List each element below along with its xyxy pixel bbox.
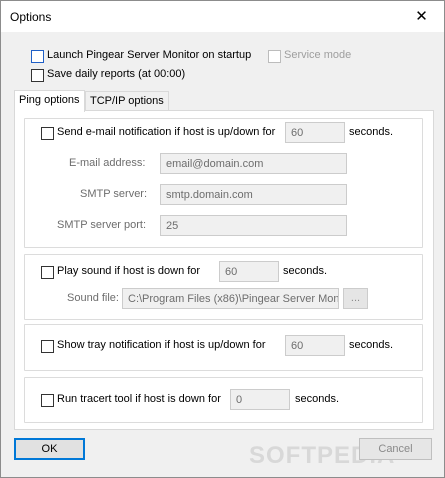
email-notification-checkbox[interactable]: [41, 127, 54, 140]
ping-options-panel: Send e-mail notification if host is up/d…: [14, 110, 434, 430]
launch-on-startup-checkbox[interactable]: [31, 50, 44, 63]
email-seconds-input[interactable]: 60: [285, 122, 345, 143]
smtp-server-label: SMTP server:: [80, 188, 148, 200]
close-button[interactable]: ✕: [399, 1, 444, 32]
save-daily-reports-checkbox[interactable]: [31, 69, 44, 82]
smtp-port-field[interactable]: 25: [160, 215, 347, 236]
sound-group: Play sound if host is down for 60 second…: [24, 254, 423, 320]
tray-notification-checkbox[interactable]: [41, 340, 54, 353]
tracert-label[interactable]: Run tracert tool if host is down for: [57, 393, 221, 405]
tab-label: Ping options: [19, 94, 80, 106]
sound-file-label: Sound file:: [67, 292, 119, 304]
tray-seconds-label: seconds.: [349, 339, 394, 351]
email-seconds-label: seconds.: [349, 126, 394, 138]
ok-button[interactable]: OK: [14, 438, 85, 460]
play-sound-checkbox[interactable]: [41, 266, 54, 279]
options-dialog: Options ✕ Launch Pingear Server Monitor …: [0, 0, 445, 478]
email-address-field[interactable]: email@domain.com: [160, 153, 347, 174]
title-bar: Options ✕: [1, 1, 444, 32]
tracert-seconds-label: seconds.: [295, 393, 340, 405]
sound-file-field[interactable]: C:\Program Files (x86)\Pingear Server Mo…: [122, 288, 339, 309]
tray-notification-group: Show tray notification if host is up/dow…: [24, 324, 423, 371]
smtp-server-field[interactable]: smtp.domain.com: [160, 184, 347, 205]
tracert-checkbox[interactable]: [41, 394, 54, 407]
sound-seconds-label: seconds.: [283, 265, 328, 277]
email-notification-group: Send e-mail notification if host is up/d…: [24, 118, 423, 248]
cancel-button[interactable]: Cancel: [359, 438, 432, 460]
tracert-group: Run tracert tool if host is down for 0 s…: [24, 377, 423, 423]
tray-seconds-input[interactable]: 60: [285, 335, 345, 356]
email-notification-label[interactable]: Send e-mail notification if host is up/d…: [57, 126, 275, 138]
save-daily-reports-label[interactable]: Save daily reports (at 00:00): [47, 68, 185, 80]
tab-tcpip-options[interactable]: TCP/IP options: [85, 91, 169, 112]
tracert-seconds-input[interactable]: 0: [230, 389, 290, 410]
service-mode-checkbox[interactable]: [268, 50, 281, 63]
sound-seconds-input[interactable]: 60: [219, 261, 279, 282]
tab-ping-options[interactable]: Ping options: [14, 90, 85, 112]
browse-sound-button[interactable]: ...: [343, 288, 368, 309]
launch-on-startup-label[interactable]: Launch Pingear Server Monitor on startup: [47, 49, 251, 61]
smtp-port-label: SMTP server port:: [57, 219, 147, 231]
tab-label: TCP/IP options: [90, 95, 164, 107]
close-icon: ✕: [415, 8, 428, 25]
play-sound-label[interactable]: Play sound if host is down for: [57, 265, 200, 277]
email-address-label: E-mail address:: [69, 157, 146, 169]
service-mode-label[interactable]: Service mode: [284, 49, 351, 61]
window-title: Options: [10, 10, 52, 24]
tray-notification-label[interactable]: Show tray notification if host is up/dow…: [57, 339, 266, 351]
